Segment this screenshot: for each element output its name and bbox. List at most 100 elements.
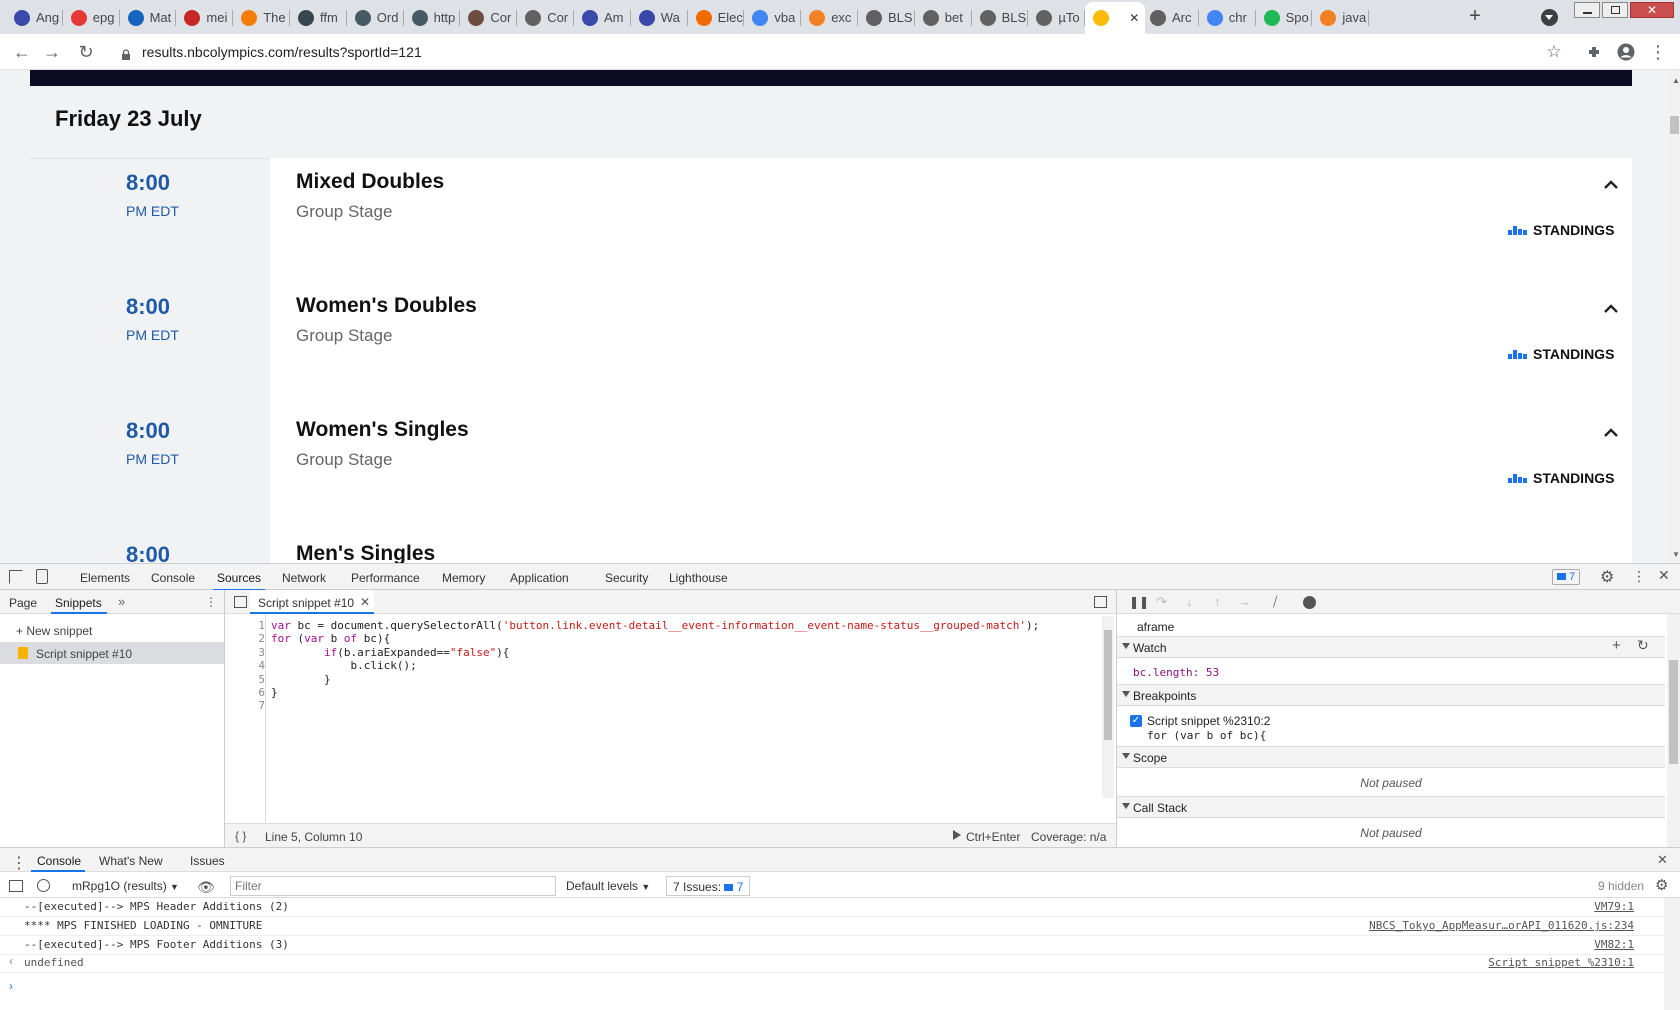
settings-gear-icon[interactable]: ⚙ bbox=[1600, 567, 1614, 587]
line-number[interactable]: 3 bbox=[247, 646, 265, 659]
snippet-item[interactable]: Script snippet #10 bbox=[0, 642, 224, 664]
nav-tab-snippets[interactable]: Snippets bbox=[55, 596, 102, 610]
browser-tab[interactable]: BLS bbox=[858, 2, 915, 33]
breakpoints-section-header[interactable]: Breakpoints bbox=[1117, 684, 1665, 706]
more-tabs-icon[interactable]: » bbox=[118, 594, 125, 609]
editor-scrollbar[interactable] bbox=[1102, 616, 1114, 798]
devtools-tab-elements[interactable]: Elements bbox=[80, 571, 130, 585]
browser-tab[interactable]: Mat bbox=[120, 2, 177, 33]
close-tab-icon[interactable]: ✕ bbox=[1129, 11, 1139, 25]
devtools-tab-application[interactable]: Application bbox=[510, 571, 569, 585]
code-line[interactable]: if(b.ariaExpanded=="false"){ bbox=[271, 646, 509, 659]
toggle-debugger-icon[interactable] bbox=[1094, 596, 1107, 608]
line-number[interactable]: 2 bbox=[247, 632, 265, 645]
watch-expression-input[interactable]: aframe bbox=[1137, 620, 1174, 634]
close-devtools-icon[interactable]: ✕ bbox=[1658, 567, 1670, 584]
context-selector[interactable]: mRpg1O (results) ▼ bbox=[72, 879, 179, 893]
collapse-chevron-icon[interactable] bbox=[1603, 177, 1619, 193]
console-prompt[interactable]: › bbox=[9, 979, 13, 993]
step-into-icon[interactable]: ↓ bbox=[1186, 594, 1193, 609]
browser-tab[interactable]: vba bbox=[744, 2, 802, 33]
code-line[interactable]: for (var b of bc){ bbox=[271, 632, 390, 645]
tab-search-button[interactable] bbox=[1541, 9, 1558, 26]
line-number[interactable]: 6 bbox=[247, 686, 265, 699]
editor-tab[interactable]: Script snippet #10 ✕ bbox=[250, 590, 374, 614]
event-name-partial[interactable]: Men's Singles bbox=[296, 542, 435, 563]
standings-link[interactable]: STANDINGS bbox=[1508, 222, 1614, 238]
add-watch-icon[interactable]: + bbox=[1612, 637, 1621, 654]
devtools-tab-memory[interactable]: Memory bbox=[442, 571, 485, 585]
drawer-tab-console[interactable]: Console bbox=[37, 854, 81, 868]
close-tab-icon[interactable]: ✕ bbox=[360, 595, 370, 609]
browser-tab[interactable]: Am bbox=[574, 2, 631, 33]
event-name[interactable]: Mixed Doubles bbox=[296, 170, 444, 194]
profile-avatar-icon[interactable] bbox=[1614, 40, 1638, 64]
standings-link[interactable]: STANDINGS bbox=[1508, 470, 1614, 486]
event-name[interactable]: Women's Singles bbox=[296, 418, 469, 442]
live-expression-eye-icon[interactable]: 👁 bbox=[197, 879, 215, 896]
step-out-icon[interactable]: ↑ bbox=[1214, 594, 1221, 609]
browser-tab[interactable]: BLS bbox=[972, 2, 1029, 33]
watch-section-header[interactable]: Watch bbox=[1117, 636, 1665, 658]
close-drawer-icon[interactable]: ✕ bbox=[1657, 852, 1668, 868]
step-icon[interactable]: → bbox=[1238, 594, 1251, 609]
line-number[interactable]: 5 bbox=[247, 673, 265, 686]
console-source-link[interactable]: VM79:1 bbox=[1594, 900, 1634, 913]
code-line[interactable]: b.click(); bbox=[271, 659, 416, 672]
console-settings-icon[interactable]: ⚙ bbox=[1655, 876, 1668, 894]
refresh-watch-icon[interactable]: ↻ bbox=[1637, 637, 1649, 654]
issues-badge[interactable]: 7 bbox=[1552, 569, 1581, 585]
browser-tab[interactable]: chr bbox=[1199, 2, 1256, 33]
collapse-chevron-icon[interactable] bbox=[1603, 425, 1619, 441]
collapse-chevron-icon[interactable] bbox=[1603, 301, 1619, 317]
address-bar[interactable]: results.nbcolympics.com/results?sportId=… bbox=[142, 44, 422, 60]
console-source-link[interactable]: Script snippet %2310:1 bbox=[1488, 956, 1634, 969]
scope-section-header[interactable]: Scope bbox=[1117, 746, 1665, 768]
console-source-link[interactable]: VM82:1 bbox=[1594, 938, 1634, 951]
restore-button[interactable] bbox=[1602, 2, 1628, 18]
forward-icon[interactable]: → bbox=[40, 40, 64, 64]
back-icon[interactable]: ← bbox=[10, 40, 34, 64]
page-scrollbar[interactable]: ▲ ▼ bbox=[1668, 70, 1680, 563]
devtools-tab-console[interactable]: Console bbox=[151, 571, 195, 585]
new-tab-button[interactable]: + bbox=[1464, 6, 1486, 28]
console-filter-input[interactable] bbox=[230, 876, 556, 896]
log-levels-dropdown[interactable]: Default levels ▼ bbox=[566, 879, 650, 893]
browser-tab[interactable]: Wa bbox=[631, 2, 688, 33]
deactivate-breakpoints-icon[interactable]: ⧸ bbox=[1273, 594, 1277, 610]
console-scrollbar[interactable] bbox=[1664, 898, 1680, 1010]
drawer-tab-issues[interactable]: Issues bbox=[190, 854, 225, 868]
nav-tab-page[interactable]: Page bbox=[9, 596, 37, 610]
devtools-tab-security[interactable]: Security bbox=[605, 571, 648, 585]
extensions-icon[interactable] bbox=[1582, 40, 1606, 64]
run-hint[interactable]: Ctrl+Enter bbox=[966, 830, 1020, 844]
devtools-menu-icon[interactable]: ⋮ bbox=[1632, 568, 1646, 585]
devtools-tab-network[interactable]: Network bbox=[282, 571, 326, 585]
browser-tab[interactable]: Ord bbox=[347, 2, 404, 33]
line-number[interactable]: 7 bbox=[247, 699, 265, 712]
browser-tab[interactable]: Arc bbox=[1142, 2, 1199, 33]
navigator-menu-icon[interactable]: ⋮ bbox=[205, 595, 217, 609]
devtools-tab-sources[interactable]: Sources bbox=[212, 571, 266, 591]
browser-tab[interactable]: Ang bbox=[6, 2, 63, 33]
reload-icon[interactable]: ↻ bbox=[74, 40, 98, 64]
bookmark-star-icon[interactable]: ☆ bbox=[1542, 40, 1566, 64]
run-snippet-icon[interactable] bbox=[953, 830, 961, 840]
issues-button[interactable]: 7 Issues: 7 bbox=[666, 876, 751, 896]
show-sidebar-icon[interactable] bbox=[9, 880, 23, 892]
pretty-print-icon[interactable]: { } bbox=[235, 829, 246, 843]
pause-icon[interactable]: ❚❚ bbox=[1129, 595, 1149, 609]
browser-tab[interactable]: Spo bbox=[1256, 2, 1313, 33]
code-line[interactable]: var bc = document.querySelectorAll('butt… bbox=[271, 619, 1039, 632]
close-window-button[interactable]: ✕ bbox=[1630, 2, 1674, 18]
clear-console-icon[interactable] bbox=[37, 879, 50, 892]
browser-tab[interactable]: The bbox=[233, 2, 290, 33]
minimize-button[interactable] bbox=[1574, 2, 1600, 18]
browser-tab[interactable]: java bbox=[1312, 2, 1370, 33]
toggle-navigator-icon[interactable] bbox=[234, 596, 247, 608]
drawer-tab-whats-new[interactable]: What's New bbox=[99, 854, 163, 868]
line-number[interactable]: 1 bbox=[247, 619, 265, 632]
browser-tab[interactable]: ✕ bbox=[1085, 2, 1146, 34]
standings-link[interactable]: STANDINGS bbox=[1508, 346, 1614, 362]
devtools-tab-lighthouse[interactable]: Lighthouse bbox=[669, 571, 728, 585]
